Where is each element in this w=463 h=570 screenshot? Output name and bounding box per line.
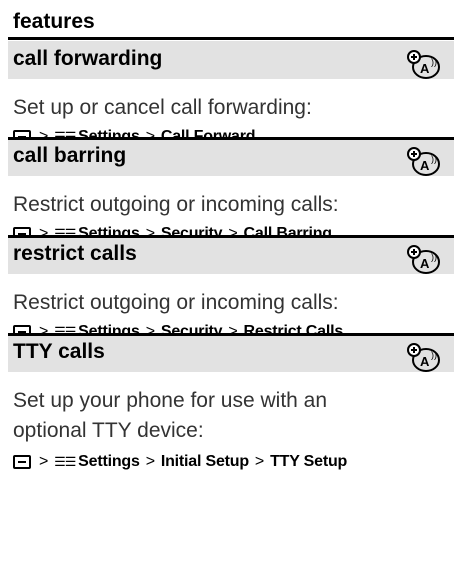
svg-text:A: A xyxy=(420,256,430,271)
feature-title-text: TTY calls xyxy=(13,340,105,363)
section-divider xyxy=(8,333,454,336)
network-feature-icon: A )) xyxy=(407,343,440,372)
feature-description: Set up or cancel call forwarding: xyxy=(13,96,312,119)
feature-call-forwarding: call forwarding A )) Set up or cancel ca… xyxy=(8,40,454,145)
menu-path: > ☰☰ Settings > Initial Setup > TTY Setu… xyxy=(8,446,454,478)
feature-description: Restrict outgoing or incoming calls: xyxy=(13,291,339,314)
svg-text:A: A xyxy=(420,158,430,173)
feature-description: Set up your phone for use with an option… xyxy=(8,372,454,446)
svg-text:A: A xyxy=(420,354,430,369)
feature-title: call barring xyxy=(8,137,454,176)
feature-title: call forwarding xyxy=(8,40,454,79)
feature-call-barring: call barring A )) Restrict outgoing or i… xyxy=(8,137,454,242)
feature-title: restrict calls xyxy=(8,235,454,274)
path-separator: > xyxy=(39,453,49,470)
feature-title: TTY calls xyxy=(8,333,454,372)
svg-text:)): )) xyxy=(431,252,437,262)
description-line: Set up your phone for use with an xyxy=(13,389,328,412)
network-feature-icon: A )) xyxy=(407,245,440,274)
path-separator: > xyxy=(145,453,155,470)
path-item: Settings xyxy=(78,453,140,470)
section-divider xyxy=(8,137,454,140)
path-separator: > xyxy=(254,453,265,470)
path-item: TTY Setup xyxy=(270,453,348,470)
feature-title-text: restrict calls xyxy=(13,242,137,265)
svg-text:)): )) xyxy=(431,57,437,67)
feature-title-text: call forwarding xyxy=(13,47,163,70)
table-header-title: features xyxy=(13,10,95,33)
feature-tty-calls: TTY calls A )) Set up your phone for use… xyxy=(8,333,454,470)
feature-title-text: call barring xyxy=(13,144,127,167)
feature-description: Restrict outgoing or incoming calls: xyxy=(13,193,339,216)
table-header: features xyxy=(8,0,454,40)
description-line: optional TTY device: xyxy=(13,419,204,442)
svg-text:)): )) xyxy=(431,154,437,164)
network-feature-icon: A )) xyxy=(407,50,440,79)
section-divider xyxy=(8,235,454,238)
settings-icon: ☰☰ xyxy=(54,454,76,469)
svg-text:A: A xyxy=(420,61,430,76)
svg-text:)): )) xyxy=(431,350,437,360)
path-item: Initial Setup xyxy=(160,453,249,470)
feature-restrict-calls: restrict calls A )) Restrict outgoing or… xyxy=(8,235,454,340)
menu-key-icon xyxy=(13,455,31,469)
network-feature-icon: A )) xyxy=(407,147,440,176)
